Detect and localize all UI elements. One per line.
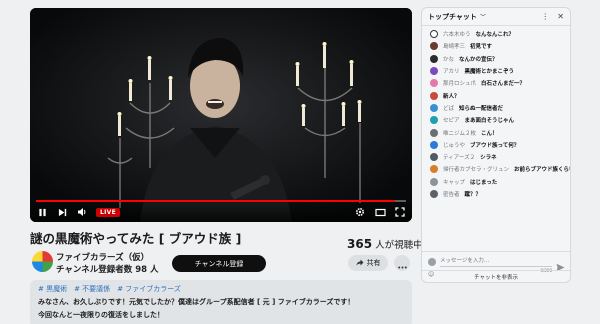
- chat-message: じゅうや ブアウド族って何？: [422, 139, 570, 151]
- chat-author-name[interactable]: 那月ロシュ爪: [443, 79, 476, 87]
- chat-message-text: 知らぬ一配信者だ: [459, 105, 504, 112]
- chat-author-avatar[interactable]: [430, 30, 438, 39]
- chat-author-avatar[interactable]: [430, 79, 438, 88]
- more-vertical-icon[interactable]: ⋮: [541, 12, 549, 21]
- chat-author-avatar[interactable]: [430, 42, 438, 51]
- chat-author-avatar[interactable]: [430, 116, 438, 125]
- chat-author-name[interactable]: セピア: [443, 116, 460, 124]
- chat-message-list: 六本木ゆう なんなんこれ？ 島崎孝三 初見です かな なんかの宣伝？ アカリ 黒魔術とかまこぞ…: [422, 26, 570, 200]
- chat-author-name[interactable]: 島崎孝三: [443, 42, 465, 50]
- video-frame: [30, 8, 412, 222]
- chat-message: 唯ニジム２枚 こん！: [422, 126, 570, 138]
- chat-author-name[interactable]: じゅうや: [443, 141, 465, 149]
- chat-message: 島崎孝三 初見です: [422, 40, 570, 52]
- chat-author-name[interactable]: アカリ: [443, 67, 460, 75]
- hide-chat-button[interactable]: チャットを非表示: [422, 270, 570, 282]
- chat-message: 帰行者カブセラ・グリュンお前らブアウド族くらい知っとけよ（義務教育）: [422, 163, 570, 175]
- chat-author-name[interactable]: かな: [443, 55, 454, 63]
- chat-author-avatar[interactable]: [430, 140, 438, 149]
- video-player[interactable]: LIVE: [30, 8, 412, 222]
- chat-message: キャップ はじまった: [422, 176, 570, 188]
- chat-author-avatar[interactable]: [430, 165, 438, 174]
- chat-author-name[interactable]: 六本木ゆう: [443, 30, 471, 38]
- chat-message: ティアーズ２ シラネ: [422, 151, 570, 163]
- send-icon[interactable]: [556, 257, 565, 272]
- chat-message: 新人？: [422, 89, 570, 101]
- chat-author-avatar[interactable]: [430, 91, 438, 100]
- description-line: 今回なんと一夜限りの復活をしました！: [38, 311, 164, 319]
- chat-mode-selector[interactable]: トップチャット: [428, 12, 477, 22]
- user-avatar: [428, 258, 436, 266]
- chat-author-name[interactable]: 唯ニジム２枚: [443, 129, 476, 137]
- chat-message-text: 蹴？？: [464, 192, 482, 198]
- chat-author-name[interactable]: どば: [443, 104, 454, 112]
- chat-author-name[interactable]: キャップ: [443, 178, 465, 186]
- more-actions-button[interactable]: [394, 255, 410, 271]
- chat-message-text: 白石さんまだ一？: [481, 81, 526, 88]
- chat-message-text: 初見です: [470, 44, 493, 51]
- video-title: 謎の黒魔術やってみた [ ブアウド族 ]: [30, 231, 242, 246]
- close-icon[interactable]: ✕: [557, 12, 564, 21]
- hashtag-link[interactable]: # 不要議係: [74, 284, 110, 294]
- chat-message: 密告者 蹴？？: [422, 188, 570, 200]
- chat-message-text: なんかの宣伝？: [459, 56, 498, 63]
- description-box[interactable]: # 黒魔術 # 不要議係 # ファイブカラーズ みなさん、お久しぶりです！元気で…: [30, 280, 412, 324]
- chat-message-text: お前らブアウド族くらい知っとけよ（義務教育）: [514, 167, 570, 174]
- share-button[interactable]: 共有: [348, 255, 388, 271]
- chat-message-text: なんなんこれ？: [475, 32, 515, 39]
- chat-author-avatar[interactable]: [430, 153, 438, 162]
- live-badge[interactable]: LIVE: [96, 207, 120, 217]
- hashtag-link[interactable]: # 黒魔術: [38, 284, 67, 294]
- chat-message: 那月ロシュ爪 白石さんまだ一？: [422, 77, 570, 89]
- chat-author-name[interactable]: 帰行者カブセラ・グリュン: [443, 165, 509, 173]
- channel-avatar[interactable]: [32, 251, 53, 272]
- chat-author-avatar[interactable]: [430, 177, 438, 186]
- chat-message-text: シラネ: [480, 155, 497, 162]
- viewer-count: 365 人が視聴中: [347, 237, 423, 251]
- chat-author-avatar[interactable]: [430, 67, 438, 76]
- more-dots-icon: [397, 254, 407, 273]
- share-icon: [356, 259, 364, 268]
- settings-gear-icon[interactable]: [354, 206, 366, 218]
- hashtag-link[interactable]: # ファイブカラーズ: [117, 284, 181, 294]
- fullscreen-icon[interactable]: [394, 206, 406, 218]
- chat-message-text: 新人？: [443, 93, 460, 100]
- chat-message-text: こん！: [481, 130, 498, 137]
- channel-name[interactable]: ファイブカラーズ（仮）: [56, 251, 149, 263]
- chat-header: トップチャット ﹀ ⋮ ✕: [422, 8, 570, 26]
- share-label: 共有: [366, 259, 381, 267]
- viewer-count-number: 365: [347, 237, 373, 251]
- hashtag-list: # 黒魔術 # 不要議係 # ファイブカラーズ: [38, 284, 404, 294]
- viewer-count-suffix: 人が視聴中: [372, 240, 423, 251]
- subscribe-button[interactable]: チャンネル登録: [172, 255, 266, 272]
- chat-author-name[interactable]: ティアーズ２: [443, 153, 475, 161]
- chat-message-text: ブアウド族って何？: [470, 142, 520, 149]
- chat-message: どば 知らぬ一配信者だ: [422, 102, 570, 114]
- pause-icon[interactable]: [36, 206, 48, 218]
- chat-message-text: はじまった: [470, 179, 498, 186]
- chat-message-input[interactable]: [440, 255, 552, 267]
- live-chat-panel: トップチャット ﹀ ⋮ ✕ 六本木ゆう なんなんこれ？ 島崎孝三 初見です かな なんかの…: [421, 7, 571, 283]
- chat-author-avatar[interactable]: [430, 128, 438, 137]
- chat-message: かな なんかの宣伝？: [422, 53, 570, 65]
- description-line: みなさん、お久しぶりです！元気でしたか？僕達はグループ系配信者 [ 元 ] ファ…: [38, 298, 355, 306]
- chat-author-avatar[interactable]: [430, 190, 438, 198]
- chevron-down-icon[interactable]: ﹀: [480, 12, 486, 21]
- progress-bar[interactable]: [36, 200, 406, 202]
- volume-icon[interactable]: [76, 206, 88, 218]
- theater-mode-icon[interactable]: [374, 206, 386, 218]
- chat-author-avatar[interactable]: [430, 54, 438, 63]
- chat-author-name[interactable]: 密告者: [443, 190, 460, 198]
- chat-message: セピア まあ面白そうじゃん: [422, 114, 570, 126]
- chat-message-text: 黒魔術とかまこぞう: [464, 69, 515, 76]
- subscriber-count: チャンネル登録者数 98 人: [56, 265, 159, 275]
- player-controls: LIVE: [30, 200, 412, 222]
- chat-message: アカリ 黒魔術とかまこぞう: [422, 65, 570, 77]
- chat-message: 六本木ゆう なんなんこれ？: [422, 28, 570, 40]
- progress-fill: [36, 200, 395, 202]
- chat-message-text: まあ面白そうじゃん: [464, 118, 515, 125]
- chat-author-avatar[interactable]: [430, 103, 438, 112]
- next-icon[interactable]: [56, 206, 68, 218]
